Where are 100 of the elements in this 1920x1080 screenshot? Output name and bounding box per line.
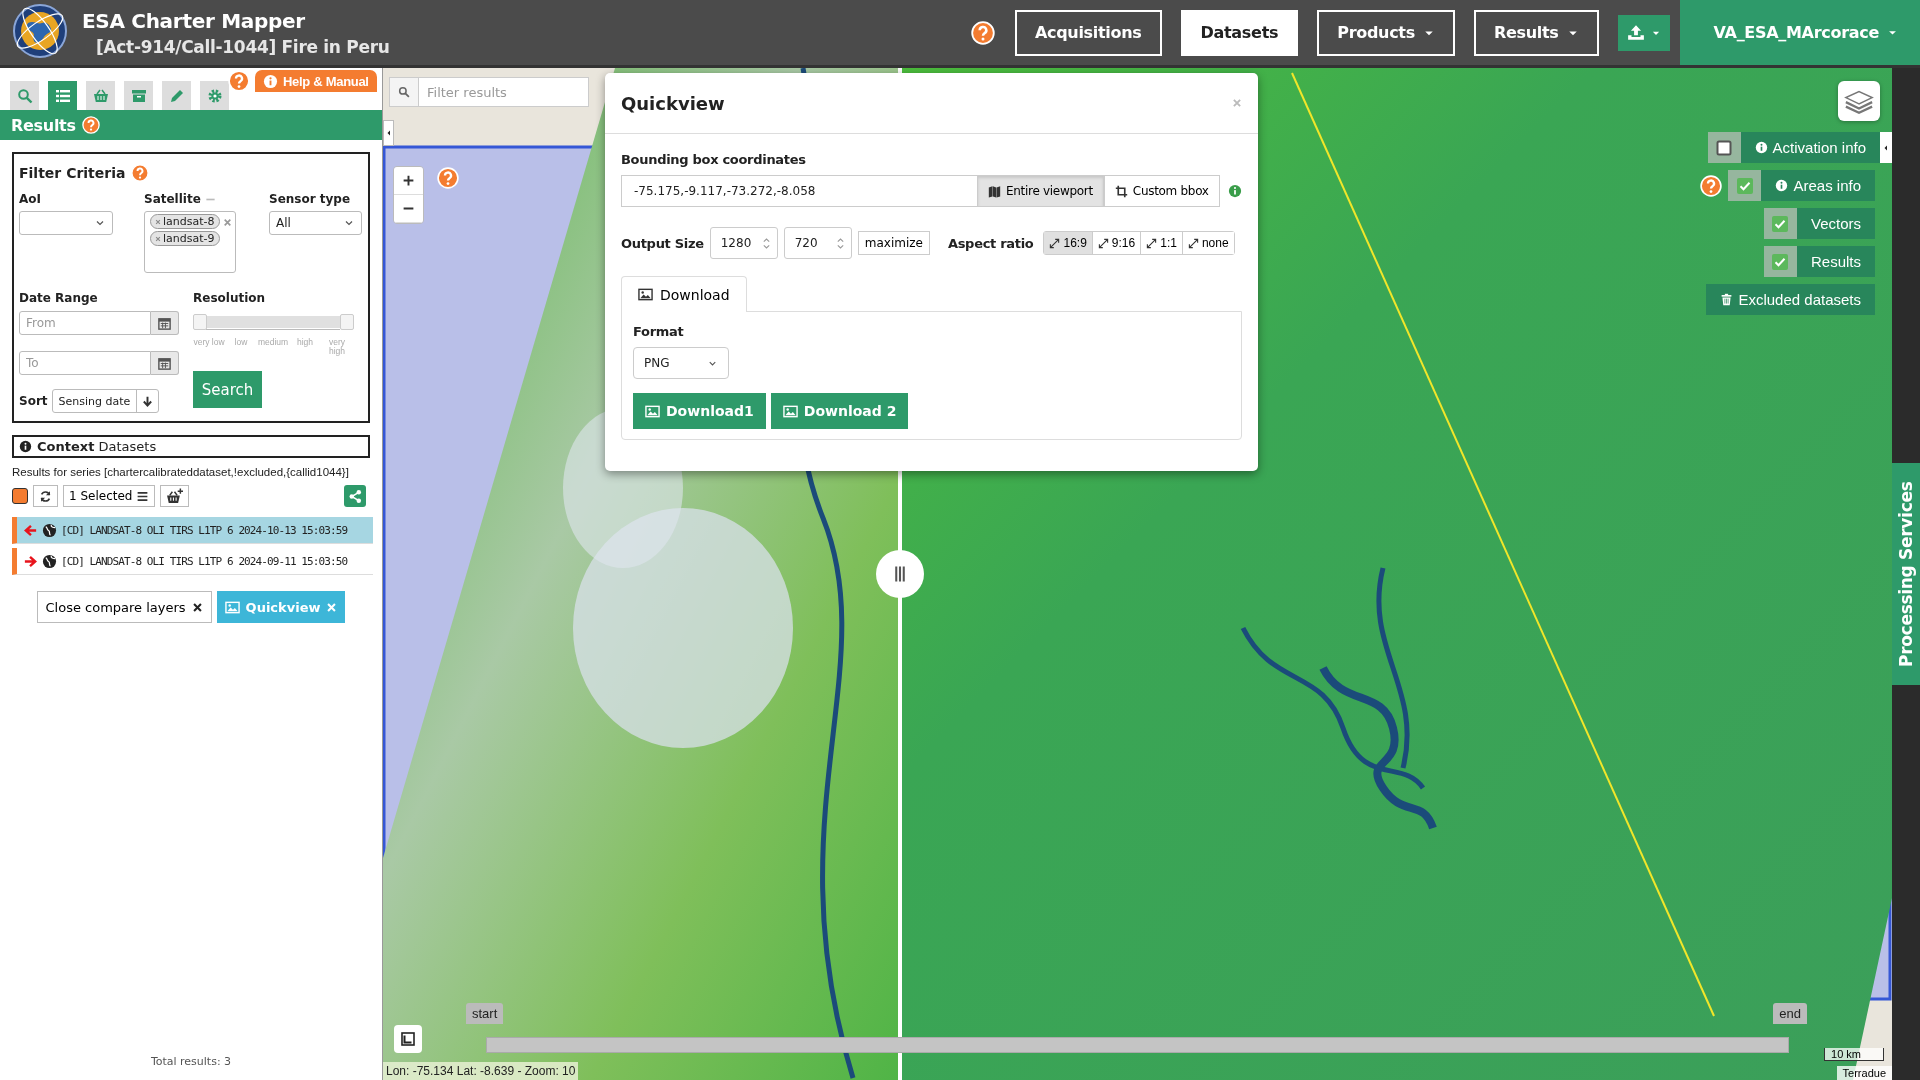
aoi-select[interactable] [19, 211, 113, 235]
slider-handle[interactable] [193, 314, 207, 330]
nav-tab[interactable]: Acquisitions [1014, 9, 1162, 56]
close-icon[interactable] [1232, 98, 1242, 108]
basket-tab[interactable] [86, 81, 115, 110]
add-to-basket-button[interactable] [160, 485, 190, 507]
arrow-icon [23, 553, 38, 569]
spinner-icon[interactable] [761, 235, 771, 251]
settings-icon [206, 87, 223, 104]
arrow-icon [23, 522, 38, 538]
satellite-select[interactable]: landsat-8 landsat-9 [144, 211, 236, 273]
field-label: Aspect ratio [947, 235, 1034, 251]
field-label: Satellite [144, 192, 201, 206]
number-field[interactable]: 1280 [709, 227, 778, 259]
viewport-button[interactable]: Entire viewport [977, 175, 1104, 207]
excluded-datasets-button[interactable]: Excluded datasets [1706, 284, 1875, 315]
clear-icon[interactable] [223, 218, 232, 227]
refresh-button[interactable] [33, 485, 58, 507]
field-label: Sort [19, 394, 48, 408]
maximize-button[interactable]: maximize [857, 231, 930, 255]
calendar-button[interactable] [151, 351, 179, 375]
download-button[interactable]: Download 2 [770, 393, 909, 429]
layer-toggle[interactable]: Activation info [1740, 132, 1880, 163]
resize-icon [1097, 237, 1109, 249]
satellite-tag[interactable]: landsat-9 [150, 231, 220, 246]
field-label: Output Size [621, 235, 704, 251]
nav-tab[interactable]: Datasets [1180, 9, 1299, 56]
layers-button[interactable] [1838, 81, 1880, 121]
slider-tick-label: low [233, 338, 249, 349]
download-tab[interactable]: Download [621, 276, 747, 312]
refresh-icon [39, 489, 52, 503]
image-icon [645, 403, 660, 419]
close-icon [326, 601, 338, 613]
field-label: Bounding box coordinates [621, 152, 807, 167]
slider-handle[interactable] [340, 314, 354, 330]
archive-icon [130, 87, 147, 104]
list-tab[interactable] [48, 81, 77, 110]
select-all-checkbox[interactable] [12, 488, 28, 504]
basket-icon [92, 87, 109, 104]
layer-checkbox[interactable] [1763, 246, 1797, 277]
sensor-select[interactable]: All [269, 211, 362, 235]
layer-checkbox[interactable] [1763, 208, 1797, 239]
close-compare-button[interactable]: Close compare layers [36, 591, 212, 623]
layer-toggle[interactable]: Vectors [1796, 208, 1875, 239]
selection-menu-button[interactable]: 1 Selected [63, 485, 156, 507]
archive-tab[interactable] [124, 81, 153, 110]
sort-select[interactable]: Sensing date [51, 389, 160, 413]
collapse-panel-button[interactable] [383, 120, 394, 146]
calendar-button[interactable] [151, 311, 179, 335]
resolution-slider[interactable] [193, 314, 353, 331]
gear-tab[interactable] [200, 81, 229, 110]
field-label: Resolution [193, 291, 267, 305]
fullscreen-button[interactable] [394, 1025, 422, 1053]
spinner-icon[interactable] [835, 235, 845, 251]
filter-results-field[interactable]: Filter results [419, 77, 589, 107]
coordinates-field[interactable]: -75.175,-9.117,-73.272,-8.058 [621, 175, 977, 207]
help-icon[interactable] [970, 20, 995, 45]
layer-toggle[interactable]: Results [1796, 246, 1875, 277]
nav-tab[interactable]: Results [1473, 9, 1599, 56]
result-row[interactable]: [CD] LANDSAT-8 OLI TIRS L1TP 6 2024-10-13 15:03:59 [12, 517, 373, 544]
panel-title: Results [11, 115, 76, 135]
aspect-ratio-button[interactable]: 16:9 [1044, 232, 1093, 254]
filter-title: Filter Criteria [19, 165, 126, 181]
custom-bbox-button[interactable]: Custom bbox [1103, 175, 1220, 207]
format-select[interactable]: PNG [633, 347, 729, 379]
download-button[interactable]: Download1 [633, 393, 766, 429]
slider-tick-label: very low [193, 338, 225, 349]
map-attribution: Terradue [1836, 1066, 1892, 1080]
search-button[interactable]: Search [193, 371, 262, 408]
number-field[interactable]: 720 [783, 227, 852, 259]
zoom-in-button[interactable] [394, 167, 423, 195]
layer-toggle[interactable]: Areas info [1761, 170, 1875, 201]
resize-icon [1146, 237, 1158, 249]
calendar-icon [157, 355, 172, 371]
nav-tab[interactable]: Products [1317, 9, 1455, 56]
dialog-title: Quickview [621, 92, 725, 114]
share-button[interactable] [344, 485, 366, 507]
layer-checkbox[interactable] [1707, 132, 1741, 163]
menu-icon [136, 489, 150, 503]
search-tab[interactable] [10, 81, 39, 110]
satellite-tag[interactable]: landsat-8 [150, 214, 220, 229]
user-menu[interactable]: VA_ESA_MArcorace [1679, 0, 1920, 65]
sort-direction-icon[interactable] [141, 394, 155, 408]
search-button[interactable] [389, 77, 419, 107]
info-icon[interactable] [1227, 184, 1242, 198]
remove-icon [155, 218, 161, 225]
pencil-icon [168, 87, 185, 104]
pencil-tab[interactable] [162, 81, 191, 110]
result-row[interactable]: [CD] LANDSAT-8 OLI TIRS L1TP 6 2024-09-11 15:03:50 [12, 548, 373, 575]
processing-services-tab[interactable]: Processing Services [1892, 463, 1920, 685]
caret-icon [1882, 143, 1890, 152]
upload-button[interactable] [1617, 14, 1670, 51]
date-field[interactable]: To [19, 351, 151, 375]
layer-checkbox[interactable] [1728, 170, 1762, 201]
image-icon [782, 403, 798, 419]
coordinates-readout: Lon: -75.134 Lat: -8.639 - Zoom: 10 [383, 1062, 579, 1080]
context-title: Context Datasets [37, 439, 157, 454]
remove-icon [155, 235, 161, 242]
date-field[interactable]: From [19, 311, 151, 335]
map-icon [988, 184, 1001, 198]
